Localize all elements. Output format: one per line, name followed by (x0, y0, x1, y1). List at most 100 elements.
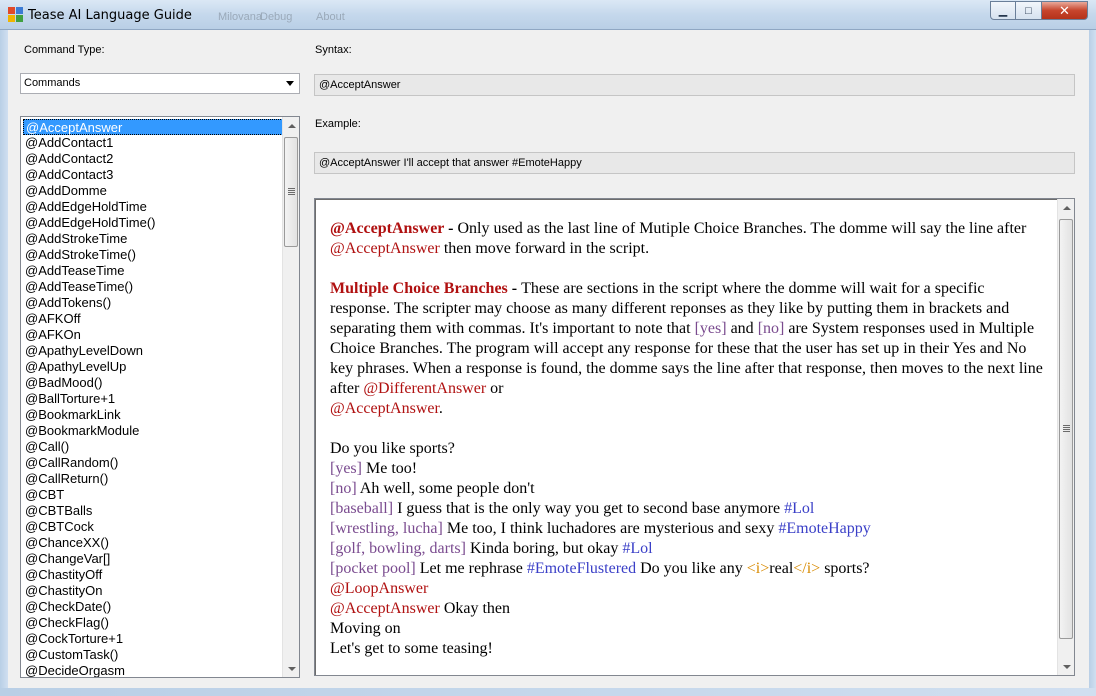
description-text: . (438, 400, 443, 417)
ghost-menu-item: Debug (260, 11, 293, 23)
script-line: [no] Ah well, some people don't (330, 480, 535, 497)
command-list-item[interactable]: @ApathyLevelDown (23, 343, 283, 359)
description-paragraph-branches: Multiple Choice Branches - These are sec… (330, 279, 1045, 419)
title-bar: Tease AI Language Guide Milovana Debug A… (0, 0, 1096, 30)
window-controls: ▁ □ ✕ (990, 1, 1088, 21)
scroll-up-arrow-icon[interactable] (283, 117, 299, 134)
script-line: [baseball] I guess that is the only way … (330, 500, 815, 517)
description-richtext[interactable]: @AcceptAnswer - Only used as the last li… (314, 198, 1075, 676)
script-line: [pocket pool] Let me rephrase #EmoteFlus… (330, 560, 870, 577)
command-list-item[interactable]: @CallReturn() (23, 471, 283, 487)
command-list-item[interactable]: @BallTorture+1 (23, 391, 283, 407)
example-label: Example: (315, 118, 361, 130)
command-list-item[interactable]: @AddEdgeHoldTime() (23, 215, 283, 231)
window-frame-bottom (0, 688, 1096, 696)
scroll-down-arrow-icon[interactable] (1058, 658, 1075, 675)
maximize-button[interactable]: □ (1016, 1, 1042, 20)
script-line: [golf, bowling, darts] Kinda boring, but… (330, 540, 653, 557)
command-list-item[interactable]: @ChastityOff (23, 567, 283, 583)
command-list-item[interactable]: @ChanceXX() (23, 535, 283, 551)
term-multiple-choice: Multiple Choice Branches (330, 280, 508, 297)
command-list-items: @AcceptAnswer @AddContact1 @AddContact2 @Ad… (23, 119, 283, 677)
syntax-label: Syntax: (315, 44, 352, 56)
syntax-value: @AcceptAnswer (319, 79, 401, 91)
close-button[interactable]: ✕ (1042, 1, 1088, 20)
chevron-down-icon[interactable] (286, 81, 294, 86)
response-tag: [yes] (694, 320, 727, 337)
minimize-button[interactable]: ▁ (990, 1, 1016, 20)
scroll-up-arrow-icon[interactable] (1058, 199, 1075, 216)
command-list[interactable]: @AcceptAnswer @AddContact1 @AddContact2 @Ad… (20, 116, 300, 678)
script-line: @LoopAnswer (330, 580, 429, 597)
command-list-item[interactable]: @AFKOn (23, 327, 283, 343)
description-paragraph-accept: @AcceptAnswer - Only used as the last li… (330, 219, 1045, 259)
command-list-item[interactable]: @BookmarkModule (23, 423, 283, 439)
window-title: Tease AI Language Guide (28, 8, 192, 23)
script-line: Moving on (330, 620, 401, 637)
example-value: @AcceptAnswer I'll accept that answer #E… (319, 157, 582, 169)
description-scrollbar[interactable] (1057, 199, 1074, 675)
scrollbar-thumb[interactable] (1059, 219, 1073, 639)
scroll-down-arrow-icon[interactable] (283, 660, 299, 677)
command-list-item[interactable]: @CallRandom() (23, 455, 283, 471)
command-type-label: Command Type: (24, 44, 105, 56)
command-type-select[interactable]: Commands (20, 73, 300, 94)
command-list-item[interactable]: @ChastityOn (23, 583, 283, 599)
command-list-item[interactable]: @BadMood() (23, 375, 283, 391)
command-list-item[interactable]: @AddTokens() (23, 295, 283, 311)
command-list-item[interactable]: @AddTeaseTime (23, 263, 283, 279)
command-list-item[interactable]: @AddDomme (23, 183, 283, 199)
command-ref: @DifferentAnswer (363, 380, 487, 397)
command-list-item[interactable]: @CheckDate() (23, 599, 283, 615)
dash: - (444, 220, 458, 237)
description-text: and (726, 320, 758, 337)
command-list-item[interactable]: @AddTeaseTime() (23, 279, 283, 295)
term-accept-answer: @AcceptAnswer (330, 220, 445, 237)
grip-icon (1063, 425, 1070, 432)
script-line: Do you like sports? (330, 440, 455, 457)
command-list-item[interactable]: @CBTCock (23, 519, 283, 535)
description-text: Only used as the last line of Mutiple Ch… (457, 220, 1027, 237)
script-line: [yes] Me too! (330, 460, 418, 477)
command-list-item[interactable]: @AddContact3 (23, 167, 283, 183)
command-list-item[interactable]: @BookmarkLink (23, 407, 283, 423)
example-script: Do you like sports? [yes] Me too! [no] A… (330, 439, 1045, 659)
command-list-item[interactable]: @Call() (23, 439, 283, 455)
command-list-item[interactable]: @AddStrokeTime() (23, 247, 283, 263)
command-list-item[interactable]: @AddEdgeHoldTime (23, 199, 283, 215)
command-list-item[interactable]: @ChangeVar[] (23, 551, 283, 567)
command-list-item[interactable]: @AddContact2 (23, 151, 283, 167)
command-list-item[interactable]: @AddContact1 (23, 135, 283, 151)
scrollbar-thumb[interactable] (284, 137, 298, 247)
command-list-item[interactable]: @AddStrokeTime (23, 231, 283, 247)
script-line: [wrestling, lucha] Me too, I think lucha… (330, 520, 871, 537)
command-list-item[interactable]: @CustomTask() (23, 647, 283, 663)
dash: - (507, 280, 522, 297)
command-list-item[interactable]: @CBTBalls (23, 503, 283, 519)
script-line: Let's get to some teasing! (330, 640, 493, 657)
description-text: then move forward in the script. (439, 240, 650, 257)
command-list-item[interactable]: @ApathyLevelUp (23, 359, 283, 375)
response-tag: [no] (757, 320, 785, 337)
command-list-item[interactable]: @CBT (23, 487, 283, 503)
window-frame-right (1089, 30, 1096, 696)
command-type-value: Commands (24, 77, 81, 89)
ghost-menu-item: Milovana (218, 11, 263, 23)
command-list-item[interactable]: @AcceptAnswer (23, 119, 283, 135)
command-list-item[interactable]: @DecideOrgasm (23, 663, 283, 677)
command-list-scrollbar[interactable] (282, 117, 299, 677)
script-line: @AcceptAnswer Okay then (330, 600, 511, 617)
command-list-item[interactable]: @CheckFlag() (23, 615, 283, 631)
example-field[interactable]: @AcceptAnswer I'll accept that answer #E… (314, 152, 1075, 174)
description-content: @AcceptAnswer - Only used as the last li… (330, 219, 1045, 659)
app-icon (8, 7, 24, 23)
grip-icon (288, 188, 295, 195)
window-frame-left (0, 30, 8, 696)
syntax-field[interactable]: @AcceptAnswer (314, 74, 1075, 96)
ghost-menu-item: About (316, 11, 345, 23)
command-ref: @AcceptAnswer (330, 240, 440, 257)
command-ref: @AcceptAnswer (330, 400, 439, 417)
description-text: or (486, 380, 504, 397)
command-list-item[interactable]: @AFKOff (23, 311, 283, 327)
command-list-item[interactable]: @CockTorture+1 (23, 631, 283, 647)
